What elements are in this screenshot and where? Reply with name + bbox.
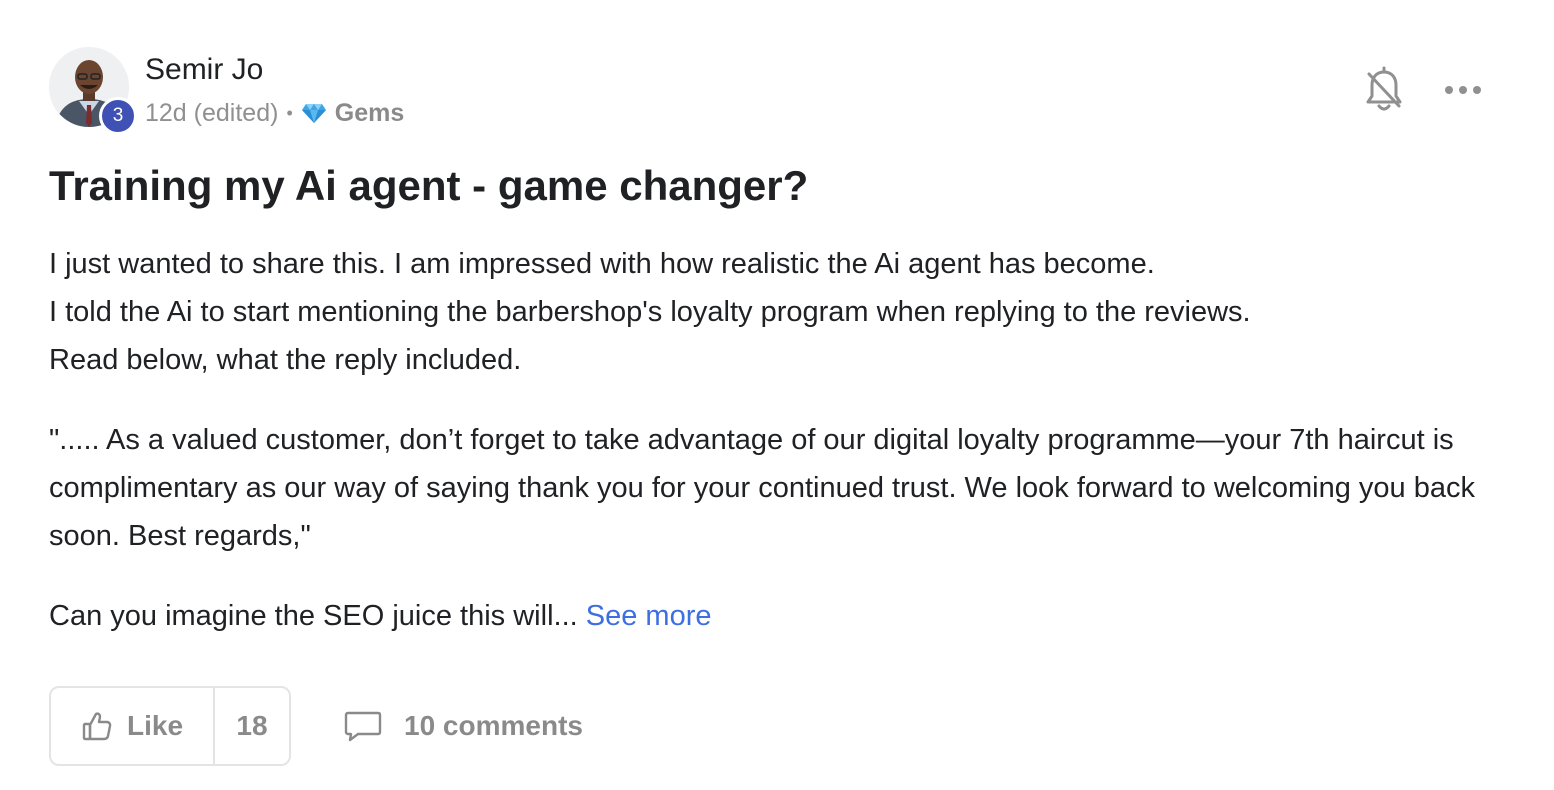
post-title[interactable]: Training my Ai agent - game changer? [49,160,808,212]
body-line: Read below, what the reply included. [49,344,522,376]
thumbs-up-icon [82,712,112,741]
more-dots-icon [1445,86,1481,94]
body-teaser-paragraph: Can you imagine the SEO juice this will.… [49,592,1489,640]
post-category[interactable]: Gems [335,99,404,128]
body-quote: "..... As a valued customer, don’t forge… [49,424,1475,552]
gem-icon [301,104,326,123]
post-meta: 12d (edited) • Gems [145,97,404,129]
author-name[interactable]: Semir Jo [145,53,263,87]
body-line: I just wanted to share this. I am impres… [49,248,1155,280]
bell-off-button[interactable] [1362,66,1406,114]
more-options-button[interactable] [1440,74,1486,106]
bell-off-icon [1366,66,1402,111]
post-body: I just wanted to share this. I am impres… [49,240,1489,640]
comment-bubble-icon [344,711,382,742]
like-button[interactable]: Like [51,688,215,764]
post-time[interactable]: 12d (edited) [145,99,278,128]
body-teaser: Can you imagine the SEO juice this will.… [49,600,586,632]
like-count[interactable]: 18 [215,688,289,764]
see-more-link[interactable]: See more [586,600,712,632]
like-group: Like 18 [49,686,291,766]
body-line: I told the Ai to start mentioning the ba… [49,296,1251,328]
author-avatar-wrap[interactable]: 3 [49,47,137,135]
comments-button[interactable]: 10 comments [344,706,583,746]
post-card: 3 Semir Jo 12d (edited) • Gems Training … [0,0,1554,790]
meta-separator: • [286,102,293,123]
like-label: Like [126,710,184,741]
comments-label: 10 comments [404,710,583,741]
level-badge: 3 [99,97,137,135]
